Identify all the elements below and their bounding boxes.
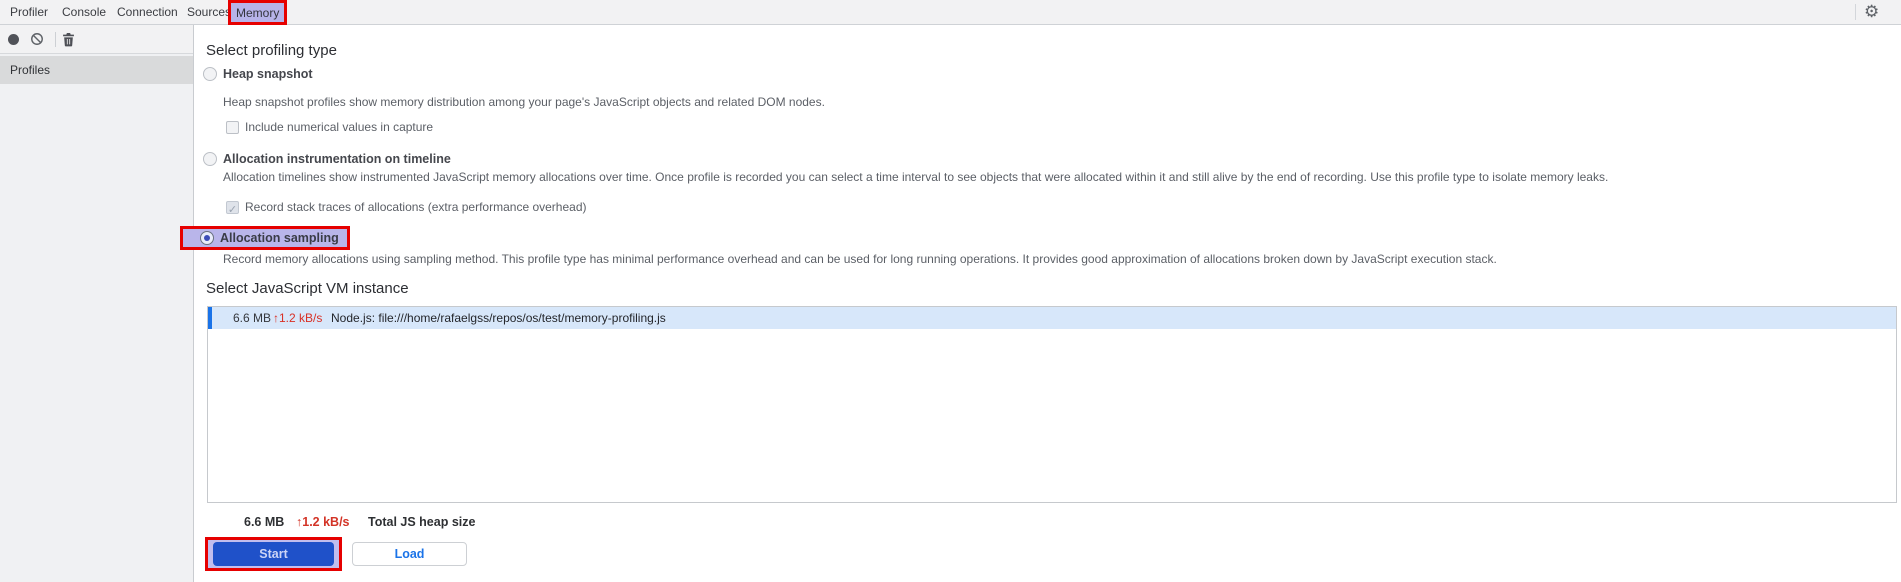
checkbox-include-numerical-values-label[interactable]: Include numerical values in capture xyxy=(245,120,433,135)
memory-panel-main: Select profiling type Heap snapshot Heap… xyxy=(180,25,1901,582)
checkbox-record-stack-traces-label[interactable]: Record stack traces of allocations (extr… xyxy=(245,200,587,215)
radio-heap-snapshot-label[interactable]: Heap snapshot xyxy=(223,66,313,82)
vm-instance-name: Node.js: file:///home/rafaelgss/repos/os… xyxy=(331,311,666,325)
tabbar-divider xyxy=(1855,4,1856,20)
radio-heap-snapshot[interactable] xyxy=(203,67,217,81)
tab-profiler[interactable]: Profiler xyxy=(10,0,48,24)
vm-heap-rate: ↑1.2 kB/s xyxy=(273,311,323,325)
profiling-type-heading: Select profiling type xyxy=(206,42,337,59)
sidebar-item-profiles[interactable]: Profiles xyxy=(0,56,193,84)
load-button[interactable]: Load xyxy=(352,542,467,566)
profiles-toolbar xyxy=(0,25,193,54)
clear-icon[interactable] xyxy=(30,32,44,46)
heap-snapshot-description: Heap snapshot profiles show memory distr… xyxy=(223,95,825,109)
total-heap-rate: ↑1.2 kB/s xyxy=(296,515,350,529)
radio-allocation-sampling[interactable] xyxy=(200,231,214,245)
toolbar-divider xyxy=(55,32,56,47)
tab-memory[interactable]: Memory xyxy=(236,6,279,20)
tab-connection[interactable]: Connection xyxy=(117,0,178,24)
devtools-tabbar: Profiler Console Connection Sources Memo… xyxy=(0,0,1901,25)
heap-total-row: 6.6 MB ↑1.2 kB/s Total JS heap size xyxy=(195,514,1901,530)
gear-icon[interactable]: ⚙ xyxy=(1864,1,1879,23)
profiles-sidebar: Profiles xyxy=(0,25,194,582)
tab-console[interactable]: Console xyxy=(62,0,106,24)
record-icon[interactable] xyxy=(8,34,19,45)
vm-instance-list: 6.6 MB ↑1.2 kB/s Node.js: file:///home/r… xyxy=(207,306,1897,503)
vm-instance-row[interactable]: 6.6 MB ↑1.2 kB/s Node.js: file:///home/r… xyxy=(208,307,1896,329)
total-heap-size: 6.6 MB xyxy=(244,515,285,529)
total-heap-label: Total JS heap size xyxy=(368,515,476,529)
checkbox-include-numerical-values[interactable] xyxy=(226,121,239,134)
annotation-box-allocation-sampling: Allocation sampling xyxy=(180,226,350,250)
allocation-sampling-description: Record memory allocations using sampling… xyxy=(223,252,1497,266)
annotation-box-start-button: Start xyxy=(205,537,342,571)
tab-sources[interactable]: Sources xyxy=(187,0,231,24)
radio-allocation-timeline-label[interactable]: Allocation instrumentation on timeline xyxy=(223,151,451,167)
start-button[interactable]: Start xyxy=(213,542,334,566)
check-icon: ✓ xyxy=(227,204,238,216)
vm-instance-heading: Select JavaScript VM instance xyxy=(206,280,409,297)
annotation-box-memory-tab: Memory xyxy=(228,0,288,25)
allocation-timeline-description: Allocation timelines show instrumented J… xyxy=(223,170,1609,184)
trash-icon[interactable] xyxy=(62,32,75,47)
radio-allocation-sampling-label[interactable]: Allocation sampling xyxy=(220,230,339,246)
vm-heap-size: 6.6 MB xyxy=(233,311,272,325)
checkbox-record-stack-traces[interactable]: ✓ xyxy=(226,201,239,216)
radio-allocation-timeline[interactable] xyxy=(203,152,217,166)
